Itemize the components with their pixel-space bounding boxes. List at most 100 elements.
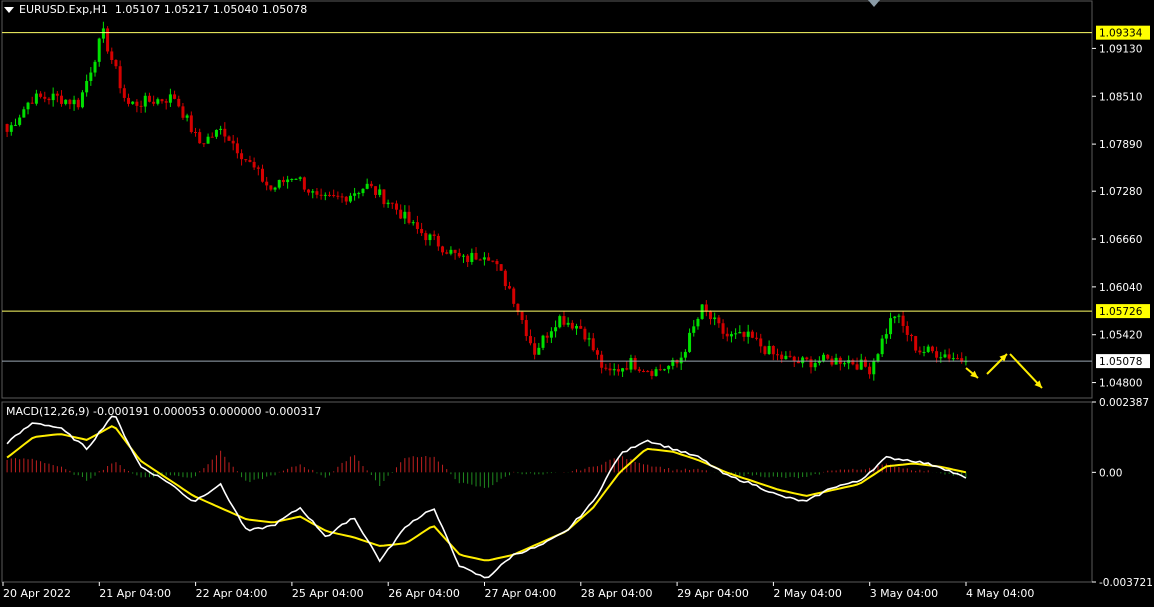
candle-body xyxy=(709,311,712,320)
candle-body xyxy=(796,361,800,364)
candle-body xyxy=(604,367,608,369)
candle-body xyxy=(399,209,403,219)
chart-window[interactable]: 1.09334 1.05726 1.05078 1.09130 1.08510 1.07… xyxy=(0,0,1154,603)
candle-body xyxy=(654,369,658,376)
candle-body xyxy=(461,255,465,257)
candle-body xyxy=(336,195,340,197)
candle-body xyxy=(905,325,909,335)
candle-body xyxy=(692,326,696,333)
candle-body xyxy=(675,360,679,364)
candle-body xyxy=(876,354,880,362)
candle-body xyxy=(344,196,348,202)
candle-body xyxy=(64,99,68,104)
candle-body xyxy=(415,222,419,229)
candle-body xyxy=(156,99,160,104)
price-tick-label: 1.08510 xyxy=(1099,91,1142,103)
candle-body xyxy=(520,311,524,321)
candle-body xyxy=(273,187,277,190)
candle-body xyxy=(441,246,445,253)
candle-body xyxy=(528,336,532,344)
candle-body xyxy=(889,318,893,335)
candle-body xyxy=(122,88,126,98)
candle-body xyxy=(579,325,583,329)
candle-body xyxy=(97,38,101,62)
candle-body xyxy=(780,354,784,360)
candle-body xyxy=(855,364,859,370)
candle-body xyxy=(369,183,373,187)
candle-body xyxy=(491,260,495,262)
candle-body xyxy=(43,96,47,99)
resistance-level-label: 1.05726 xyxy=(1099,306,1143,318)
candle-body xyxy=(541,335,545,348)
candle-body xyxy=(897,315,901,317)
candle-body xyxy=(642,371,646,373)
candle-body xyxy=(55,93,59,96)
candle-body xyxy=(248,160,252,162)
candle-body xyxy=(277,179,281,188)
candle-body xyxy=(755,337,759,339)
candle-body xyxy=(951,358,955,360)
candle-body xyxy=(809,359,813,368)
candle-body xyxy=(713,317,717,320)
time-tick-label: 20 Apr 2022 xyxy=(3,587,71,600)
candle-body xyxy=(164,101,168,103)
price-tick-label: 1.04800 xyxy=(1099,378,1142,390)
candle-body xyxy=(721,323,725,334)
time-tick-label: 28 Apr 04:00 xyxy=(581,587,653,600)
candle-body xyxy=(729,334,733,337)
candle-body xyxy=(235,143,239,154)
candle-body xyxy=(227,136,231,141)
candle-body xyxy=(365,183,369,189)
candle-body xyxy=(214,129,218,137)
chart-canvas[interactable]: 1.09334 1.05726 1.05078 1.09130 1.08510 1.07… xyxy=(0,0,1154,603)
candle-body xyxy=(340,196,344,198)
candle-body xyxy=(72,99,76,105)
main-chart-frame xyxy=(1,0,1093,583)
candle-body xyxy=(256,167,260,169)
candle-body xyxy=(26,102,30,110)
candle-body xyxy=(524,320,528,337)
candle-body xyxy=(704,304,708,312)
candle-body xyxy=(842,363,846,365)
candle-body xyxy=(290,179,294,181)
candle-body xyxy=(533,343,537,355)
candle-body xyxy=(742,332,746,337)
candle-body xyxy=(231,140,235,144)
candle-body xyxy=(805,357,809,360)
price-tick-label: 1.05420 xyxy=(1099,330,1142,342)
macd-tick-label: 0.00 xyxy=(1099,467,1122,479)
candle-body xyxy=(127,97,131,104)
candle-body xyxy=(327,194,331,196)
candle-body xyxy=(432,234,436,236)
candle-body xyxy=(822,354,826,362)
candle-body xyxy=(776,354,779,356)
candle-body xyxy=(495,261,499,265)
candle-body xyxy=(424,233,428,241)
candle-body xyxy=(60,95,64,104)
candle-body xyxy=(252,161,256,168)
candle-body xyxy=(662,369,666,371)
candle-body xyxy=(403,211,407,219)
candle-body xyxy=(152,101,156,104)
dropdown-triangle-icon[interactable] xyxy=(4,7,14,13)
candle-body xyxy=(616,369,620,372)
axes-layer: 1.09130 1.08510 1.07890 1.07280 1.06660 1.060… xyxy=(2,43,1153,600)
candle-body xyxy=(382,189,386,205)
candle-body xyxy=(939,357,943,359)
time-tick-label: 3 May 04:00 xyxy=(870,587,938,600)
candle-body xyxy=(650,371,654,376)
chart-shift-marker-icon[interactable] xyxy=(868,0,880,7)
candle-body xyxy=(826,354,830,359)
candle-body xyxy=(147,95,151,102)
candle-body xyxy=(508,286,512,289)
candle-body xyxy=(332,195,336,197)
candle-body xyxy=(390,202,394,204)
candle-body xyxy=(725,333,729,337)
macd-line xyxy=(6,415,967,579)
candle-body xyxy=(185,115,189,118)
candle-body xyxy=(499,264,503,271)
candle-body xyxy=(411,222,415,224)
candle-body xyxy=(767,345,771,354)
candle-body xyxy=(930,346,934,352)
candle-body xyxy=(595,350,599,355)
